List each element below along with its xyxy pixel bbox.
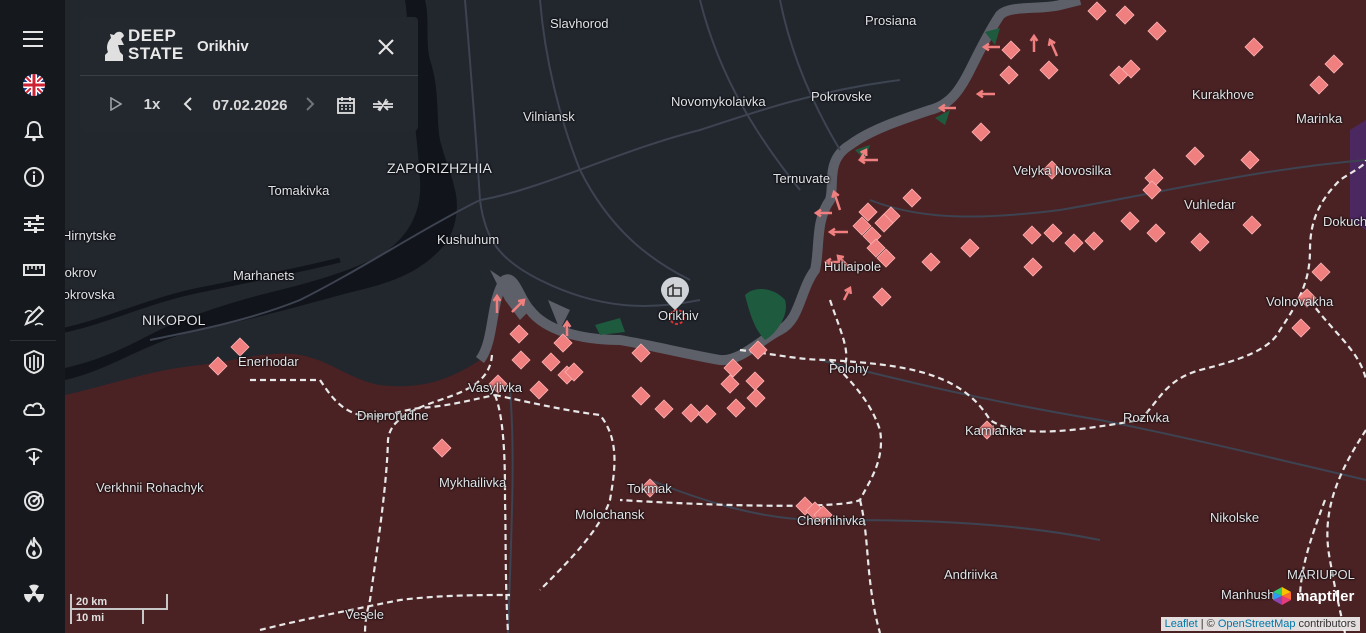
notifications-button[interactable] <box>14 113 54 149</box>
air-alert-button[interactable] <box>14 437 54 473</box>
location-title: Orikhiv <box>197 38 249 55</box>
maptiler-logo-icon <box>1273 587 1291 605</box>
fire-icon <box>25 537 43 559</box>
next-date-button[interactable] <box>300 94 320 114</box>
city-label: Pokrov <box>65 265 97 280</box>
city-label: Marinka <box>1296 111 1343 126</box>
city-label: Pokrovske <box>811 89 872 104</box>
nuclear-button[interactable] <box>14 576 54 612</box>
uk-flag-icon <box>23 74 45 96</box>
city-label: Tomakivka <box>268 183 330 198</box>
play-icon <box>110 97 122 111</box>
prev-date-button[interactable] <box>178 94 198 114</box>
speed-button[interactable]: 1x <box>140 93 164 115</box>
play-button[interactable] <box>106 94 126 114</box>
filters-button[interactable] <box>14 206 54 242</box>
maptiler-text: maptiler <box>1296 587 1355 605</box>
draw-button[interactable] <box>14 298 54 334</box>
radar-button[interactable] <box>14 483 54 519</box>
city-label: Andriivka <box>944 567 998 582</box>
city-label: Velyka Novosilka <box>1013 163 1112 178</box>
attribution: Leaflet | © OpenStreetMap contributors <box>1160 617 1360 631</box>
city-label: Chernihivka <box>797 513 866 528</box>
city-label: Verkhnii Rohachyk <box>96 480 204 495</box>
scale-mi-label: 10 mi <box>76 612 105 624</box>
compare-button[interactable] <box>370 93 396 117</box>
chevron-left-icon <box>183 97 192 111</box>
language-button[interactable] <box>14 67 54 103</box>
city-label: Vesele <box>345 607 385 622</box>
weather-button[interactable] <box>14 391 54 427</box>
brand-line-2: STATE <box>128 44 184 63</box>
city-label: Vasylivka <box>468 380 522 395</box>
close-button[interactable] <box>374 35 398 59</box>
calendar-button[interactable] <box>334 93 358 117</box>
bell-icon <box>24 120 44 142</box>
layers-button[interactable] <box>14 344 54 380</box>
city-label: Tokmak <box>627 481 672 496</box>
brand-line-1: DEEP <box>128 26 177 45</box>
close-icon <box>378 39 394 55</box>
city-label: Nikolske <box>1210 510 1260 525</box>
fires-button[interactable] <box>14 530 54 566</box>
city-label: Ternuvate <box>773 171 831 186</box>
location-pin[interactable] <box>660 276 690 312</box>
city-label: Kamianka <box>965 423 1023 438</box>
radiation-icon <box>24 584 44 603</box>
city-label: Dokuch <box>1323 214 1366 229</box>
deepstate-logo-icon <box>105 31 124 61</box>
compare-arrows-icon <box>373 98 393 112</box>
city-label: Marhanets <box>233 268 295 283</box>
city-label: Dniprorudne <box>357 408 429 423</box>
ruler-button[interactable] <box>14 252 54 288</box>
sidebar <box>0 0 65 633</box>
city-label: Pokrovska <box>65 287 115 302</box>
chevron-right-icon <box>306 97 315 111</box>
attribution-sep: | © <box>1197 618 1218 630</box>
city-label: Kurakhove <box>1192 87 1255 102</box>
missile-icon <box>25 448 43 465</box>
city-label: Vuhledar <box>1184 197 1236 212</box>
menu-icon <box>23 31 43 47</box>
brand-logo: DEEP STATE <box>128 27 184 63</box>
info-button[interactable] <box>14 159 54 195</box>
scale-km-label: 20 km <box>76 596 108 608</box>
scale-bar: 20 km 10 mi <box>70 594 168 628</box>
cloud-icon <box>23 402 45 416</box>
city-label: Slavhorod <box>550 16 609 31</box>
menu-button[interactable] <box>14 21 54 57</box>
city-label: Vilniansk <box>523 109 575 124</box>
city-label: Rozivka <box>1123 410 1170 425</box>
calendar-icon <box>337 97 355 114</box>
city-label-major: NIKOPOL <box>142 312 206 328</box>
panel-divider <box>80 75 418 76</box>
sidebar-divider <box>10 340 56 341</box>
city-label: Manhush <box>1221 587 1275 602</box>
shield-icon <box>24 350 44 374</box>
attribution-tail: contributors <box>1295 618 1356 630</box>
osm-link[interactable]: OpenStreetMap <box>1218 618 1296 630</box>
pin-icon <box>661 277 689 310</box>
draw-icon <box>24 305 45 326</box>
city-label: Hirnytske <box>65 228 117 243</box>
info-icon <box>24 167 44 187</box>
maptiler-logo[interactable]: maptiler <box>1272 586 1354 606</box>
city-label: Prosiana <box>865 13 917 28</box>
location-panel: DEEP STATE Orikhiv 1x 07.02.2026 <box>80 17 418 131</box>
radar-icon <box>24 491 44 511</box>
date-display[interactable]: 07.02.2026 <box>208 94 292 116</box>
city-label-major: ZAPORIZHZHIA <box>387 160 493 176</box>
city-label: Enerhodar <box>238 354 299 369</box>
city-label: Polohy <box>829 361 869 376</box>
city-label: Volnovakha <box>1266 294 1334 309</box>
city-label: Huliaipole <box>824 259 882 274</box>
city-label-major: MARIUPOL <box>1287 567 1355 582</box>
city-label: Mykhailivka <box>439 475 507 490</box>
city-label: Novomykolaivka <box>671 94 766 109</box>
ruler-icon <box>23 264 45 276</box>
leaflet-link[interactable]: Leaflet <box>1165 618 1198 630</box>
city-label: Kushuhum <box>437 232 500 247</box>
city-label: Molochansk <box>575 507 645 522</box>
sliders-icon <box>24 215 44 233</box>
